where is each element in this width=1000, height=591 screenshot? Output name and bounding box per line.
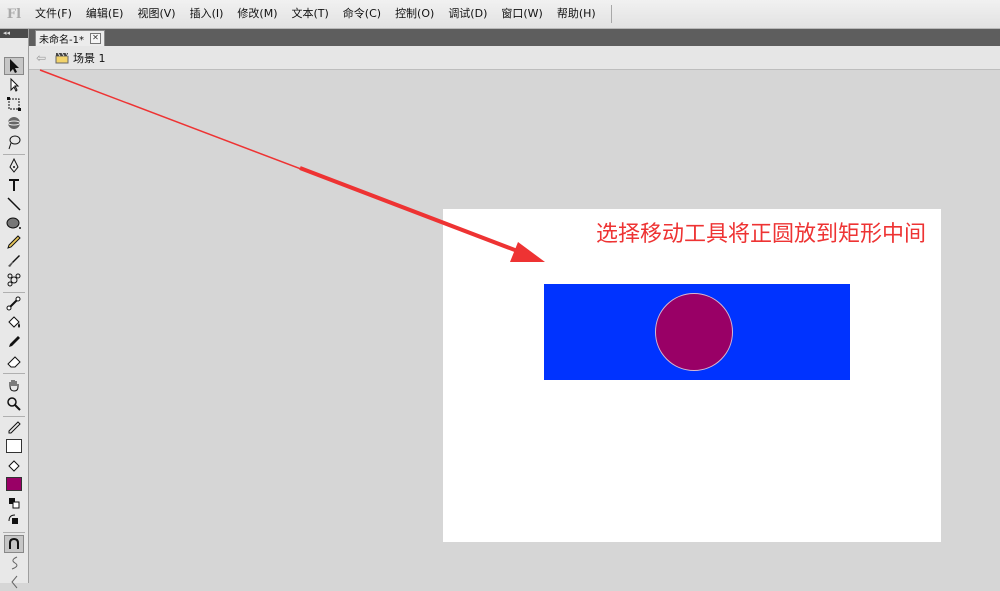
oval-tool[interactable] (4, 214, 24, 232)
blue-rectangle-shape[interactable] (544, 284, 850, 380)
arrow-cursor-icon (10, 59, 19, 73)
pencil-icon (7, 235, 21, 249)
menu-commands[interactable]: 命令(C) (336, 0, 388, 28)
eyedropper-icon (9, 336, 20, 347)
oval-icon (6, 217, 21, 229)
menu-control[interactable]: 控制(O) (388, 0, 441, 28)
fill-color-swatch[interactable] (4, 475, 24, 493)
brush-icon (8, 255, 20, 267)
menu-divider (610, 5, 612, 23)
pen-tool[interactable] (4, 157, 24, 175)
pencil-stroke-icon (8, 421, 21, 434)
paint-bucket-icon (8, 316, 20, 328)
hollow-arrow-icon (10, 77, 20, 92)
stroke-color-tool[interactable] (4, 419, 24, 437)
bone-tool[interactable] (4, 295, 24, 313)
text-t-icon (9, 179, 19, 191)
app-logo: Fl (6, 6, 22, 22)
line-icon (7, 197, 21, 211)
instruction-annotation: 选择移动工具将正圆放到矩形中间 (596, 222, 927, 247)
toolbar-divider (3, 373, 25, 374)
stage-canvas[interactable] (443, 209, 941, 542)
menu-modify[interactable]: 修改(M) (230, 0, 284, 28)
pen-icon (9, 158, 19, 173)
tools-panel-collapse[interactable]: ◂◂ (0, 29, 28, 38)
scene-label[interactable]: 场景 1 (73, 50, 106, 66)
back-arrow-icon[interactable]: ⇦ (31, 51, 51, 65)
subselection-tool[interactable] (4, 76, 24, 94)
scene-clapperboard-icon (55, 52, 69, 63)
deco-flower-icon (7, 273, 21, 287)
straighten-button[interactable] (4, 573, 24, 591)
hand-tool[interactable] (4, 376, 24, 394)
sphere-icon (7, 117, 21, 129)
smooth-button[interactable] (4, 554, 24, 572)
menu-file[interactable]: 文件(F) (28, 0, 79, 28)
eraser-icon (7, 356, 21, 368)
text-tool[interactable] (4, 176, 24, 194)
paint-bucket-tool[interactable] (4, 314, 24, 332)
menu-window[interactable]: 窗口(W) (494, 0, 549, 28)
deco-tool[interactable] (4, 271, 24, 289)
selection-tool[interactable] (4, 57, 24, 75)
3d-rotation-tool[interactable] (4, 114, 24, 132)
toolbar-divider (3, 532, 25, 533)
magnifier-icon (7, 397, 21, 411)
eraser-tool[interactable] (4, 352, 24, 370)
menu-debug[interactable]: 调试(D) (441, 0, 494, 28)
magnet-icon (9, 537, 19, 549)
free-transform-tool[interactable] (4, 95, 24, 113)
default-colors-icon (9, 498, 20, 509)
line-tool[interactable] (4, 195, 24, 213)
lasso-tool[interactable] (4, 133, 24, 151)
purple-circle-shape[interactable] (655, 293, 733, 371)
menu-view[interactable]: 视图(V) (130, 0, 182, 28)
zoom-tool[interactable] (4, 395, 24, 413)
brush-tool[interactable] (4, 252, 24, 270)
swap-colors-icon (8, 514, 18, 524)
smooth-curve-icon (11, 556, 18, 570)
bucket-fill-icon (8, 460, 20, 472)
swap-colors-button[interactable] (4, 511, 24, 529)
document-tab-title: 未命名-1* (39, 35, 84, 46)
eyedropper-tool[interactable] (4, 333, 24, 351)
document-tab-bar: 未命名-1* ✕ (29, 29, 1000, 47)
straighten-icon (11, 575, 18, 589)
hand-icon (9, 380, 19, 392)
menu-edit[interactable]: 编辑(E) (79, 0, 131, 28)
document-tab[interactable]: 未命名-1* ✕ (35, 30, 105, 46)
fill-color-tool[interactable] (4, 457, 24, 475)
stroke-color-swatch[interactable] (4, 437, 24, 455)
close-icon[interactable]: ✕ (89, 33, 101, 44)
menu-bar: Fl 文件(F) 编辑(E) 视图(V) 插入(I) 修改(M) 文本(T) 命… (0, 0, 1000, 29)
toolbar-divider (3, 154, 25, 155)
menu-insert[interactable]: 插入(I) (183, 0, 231, 28)
menu-help[interactable]: 帮助(H) (550, 0, 603, 28)
pencil-tool[interactable] (4, 233, 24, 251)
default-colors-button[interactable] (4, 494, 24, 512)
transform-icon (7, 97, 21, 111)
snap-to-objects-button[interactable] (4, 535, 24, 553)
bone-icon (6, 296, 21, 311)
lasso-icon (8, 135, 21, 150)
tools-panel: ◂◂ (0, 29, 29, 589)
toolbar-divider (3, 416, 25, 417)
menu-text[interactable]: 文本(T) (284, 0, 335, 28)
toolbar-divider (3, 292, 25, 293)
edit-bar: ⇦ 场景 1 (29, 46, 1000, 70)
